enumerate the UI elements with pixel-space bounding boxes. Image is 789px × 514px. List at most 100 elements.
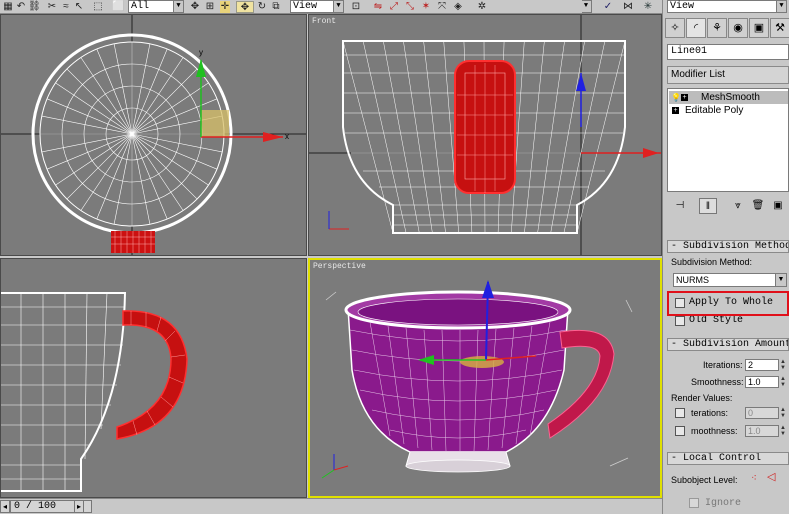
- named-selection-dropdown[interactable]: ▼: [581, 0, 592, 13]
- left-view-wireframe: [1, 292, 188, 492]
- vertex-level-icon[interactable]: ⁖: [751, 473, 757, 484]
- app-window: ▦ ↶ ⛓ ✂ ≈ ↖ ⬚ ⬜ All ▼ ✥ ⊞ ✛ ✥ ↻ ⧉ View ▼…: [0, 0, 789, 514]
- move-active-icon[interactable]: ✛: [220, 1, 230, 13]
- iterations-value: 2: [748, 360, 754, 370]
- time-next-button[interactable]: ▸: [74, 500, 84, 513]
- bind-spacewarp-icon[interactable]: ≈: [60, 1, 72, 13]
- material-editor-icon[interactable]: ✳: [640, 1, 656, 13]
- select-by-name-icon[interactable]: ▦: [2, 1, 14, 13]
- window-crossing-icon[interactable]: ⬜: [112, 1, 124, 13]
- expand-icon[interactable]: +: [672, 107, 679, 114]
- undo-icon[interactable]: ↶: [15, 1, 27, 13]
- configure-modifier-sets-icon[interactable]: ▣: [769, 198, 787, 214]
- unlink-icon[interactable]: ✂: [46, 1, 58, 13]
- rollout-subdivision-method[interactable]: - Subdivision Method: [667, 240, 789, 253]
- spinner-arrows-icon[interactable]: ▲ ▼: [779, 425, 787, 437]
- command-panel: View ▼ ✧ ◜ ⚘ ◉ ▣ ⚒ Line01 Modifier List …: [662, 0, 789, 514]
- stack-item-editable-poly[interactable]: + Editable Poly: [669, 104, 788, 117]
- mirror-icon[interactable]: ⇋: [372, 1, 384, 13]
- tab-modify[interactable]: ◜: [686, 18, 706, 38]
- select-region-icon[interactable]: ⬚: [92, 1, 104, 13]
- show-end-result-icon[interactable]: ‖: [699, 198, 717, 214]
- expand-icon[interactable]: +: [681, 94, 688, 101]
- render-iterations-spinner[interactable]: 0 ▲ ▼: [745, 407, 786, 419]
- remove-modifier-icon[interactable]: 🗑: [749, 198, 767, 214]
- align-view-icon[interactable]: ◈: [452, 1, 464, 13]
- pivot-center-icon[interactable]: ⊡: [350, 1, 362, 13]
- align-icon[interactable]: ⤢: [388, 1, 400, 13]
- iterations-spinner[interactable]: 2 ▲ ▼: [745, 359, 786, 371]
- selection-filter-value: All: [131, 1, 150, 12]
- wire-radial: [96, 48, 133, 135]
- link-icon[interactable]: ⛓: [28, 1, 41, 13]
- wire-radial: [46, 98, 133, 135]
- spinner-arrows-icon[interactable]: ▲ ▼: [779, 407, 787, 419]
- curve-editor-icon[interactable]: ✓: [600, 1, 616, 13]
- schematic-view-icon[interactable]: ⋈: [620, 1, 636, 13]
- spinner-arrows-icon[interactable]: ▲ ▼: [779, 376, 787, 388]
- wire-radial: [66, 133, 133, 200]
- modifier-list-dropdown[interactable]: Modifier List: [667, 66, 789, 84]
- chevron-down-icon: ▼: [333, 1, 343, 12]
- smoothness-label: Smoothness:: [691, 377, 744, 387]
- viewport-left[interactable]: [0, 258, 307, 498]
- tab-hierarchy[interactable]: ⚘: [707, 18, 727, 38]
- svg-text:y: y: [199, 48, 203, 57]
- wire-radial: [96, 133, 133, 220]
- pin-stack-icon[interactable]: ⊣: [671, 198, 689, 214]
- ignore-backfacing-checkbox[interactable]: [689, 498, 699, 508]
- time-slider-bar: ◂ 0 / 100 ▸: [0, 498, 662, 514]
- chevron-down-icon: ▼: [173, 1, 183, 12]
- time-prev-button[interactable]: ◂: [0, 500, 10, 513]
- layer-manager-icon[interactable]: ✲: [476, 1, 488, 13]
- render-iterations-checkbox[interactable]: [675, 408, 685, 418]
- utilities-icon: ⚒: [775, 22, 785, 34]
- place-highlight-icon[interactable]: ✶: [420, 1, 432, 13]
- select-object-icon[interactable]: ↖: [74, 1, 84, 13]
- front-view-wireframe: [309, 15, 661, 255]
- select-by-name-icon-2[interactable]: ⊞: [204, 1, 216, 13]
- lightbulb-icon[interactable]: 💡: [671, 93, 681, 102]
- collapse-icon: -: [671, 241, 684, 252]
- edge-level-icon[interactable]: ◁: [767, 472, 775, 483]
- make-unique-icon[interactable]: ⩔: [729, 198, 747, 214]
- align-camera-icon[interactable]: ⤧: [436, 1, 448, 13]
- rollout-title: Local Control: [683, 453, 762, 464]
- old-style-label: Old Style: [689, 315, 744, 326]
- selection-filter-dropdown[interactable]: All ▼: [128, 0, 184, 13]
- viewport-front[interactable]: Front: [308, 14, 662, 256]
- stack-item-meshsmooth[interactable]: 💡 + MeshSmooth: [669, 91, 788, 104]
- smoothness-spinner[interactable]: 1.0 ▲ ▼: [745, 376, 786, 388]
- render-smoothness-spinner[interactable]: 1.0 ▲ ▼: [745, 425, 786, 437]
- motion-icon: ◉: [733, 22, 743, 34]
- frame-display: 0 / 100: [14, 501, 57, 512]
- normal-align-icon[interactable]: ⤡: [404, 1, 416, 13]
- reference-coordinate-dropdown-2[interactable]: View ▼: [667, 0, 787, 13]
- tab-create[interactable]: ✧: [665, 18, 685, 38]
- tab-motion[interactable]: ◉: [728, 18, 748, 38]
- tab-utilities[interactable]: ⚒: [770, 18, 789, 38]
- move-tool-icon[interactable]: ✥: [236, 1, 254, 13]
- tab-display[interactable]: ▣: [749, 18, 769, 38]
- stack-item-label: MeshSmooth: [701, 92, 760, 103]
- object-name-value: Line01: [671, 46, 708, 57]
- object-name-field[interactable]: Line01: [667, 44, 789, 60]
- spinner-arrows-icon[interactable]: ▲ ▼: [779, 359, 787, 371]
- rollout-subdivision-amount[interactable]: - Subdivision Amount: [667, 338, 789, 351]
- old-style-checkbox[interactable]: [675, 316, 685, 326]
- iterations-label: Iterations:: [703, 360, 743, 370]
- scale-icon[interactable]: ⧉: [270, 1, 282, 13]
- viewport-top[interactable]: x y: [0, 14, 307, 256]
- command-panel-tabs: ✧ ◜ ⚘ ◉ ▣ ⚒: [665, 18, 789, 40]
- render-smoothness-checkbox[interactable]: [675, 426, 685, 436]
- reference-coordinate-dropdown[interactable]: View ▼: [290, 0, 344, 13]
- rollout-local-control[interactable]: - Local Control: [667, 452, 789, 465]
- stack-item-label: Editable Poly: [685, 105, 744, 116]
- wire-radial: [66, 68, 133, 135]
- modifier-list-label: Modifier List: [671, 69, 725, 80]
- rotate-icon[interactable]: ↻: [256, 1, 268, 13]
- chevron-down-icon: ▼: [581, 1, 591, 12]
- viewport-perspective[interactable]: Perspective: [308, 258, 662, 498]
- subdivision-method-dropdown[interactable]: NURMS ▼: [673, 273, 787, 287]
- select-and-move-icon[interactable]: ✥: [188, 1, 202, 13]
